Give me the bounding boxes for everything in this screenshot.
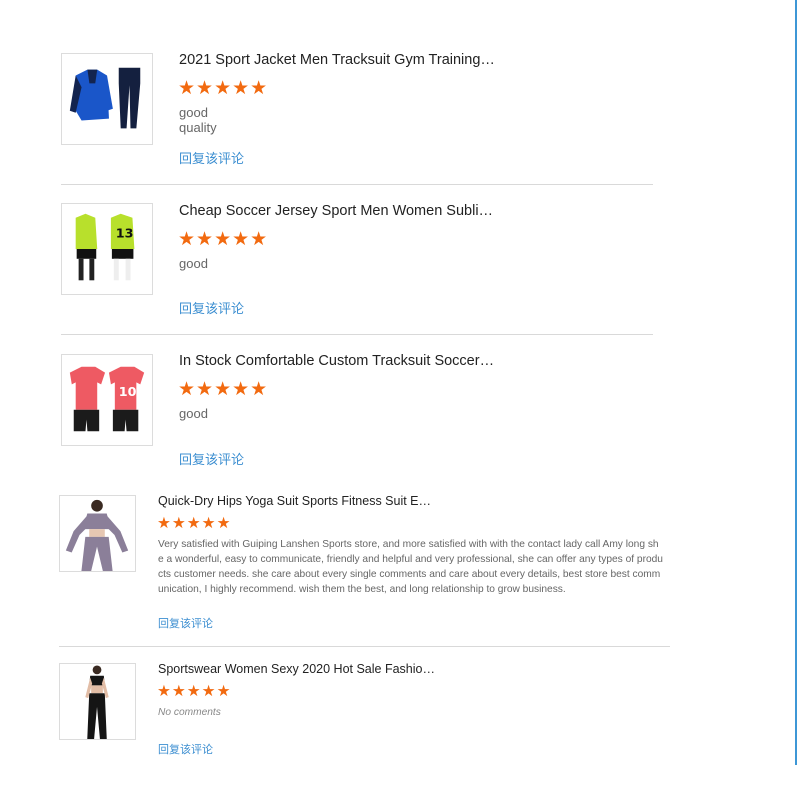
sportswear-women-product-image[interactable] [59,663,136,740]
svg-text:13: 13 [116,225,134,240]
divider [59,646,670,647]
star-rating: ★★★★★ [178,379,269,400]
reply-link[interactable]: 回复该评论 [179,449,244,468]
review-comment: good [179,256,208,271]
yoga-suit-product-image[interactable] [59,495,136,572]
star-rating: ★★★★★ [178,229,269,250]
page-right-border [795,0,797,765]
product-title[interactable]: Cheap Soccer Jersey Sport Men Women Subl… [179,203,493,219]
tracksuit-product-image[interactable] [61,53,153,145]
product-title[interactable]: Quick-Dry Hips Yoga Suit Sports Fitness … [158,494,431,508]
reply-link[interactable]: 回复该评论 [158,741,213,757]
review-comment: good [179,406,208,421]
product-title[interactable]: Sportswear Women Sexy 2020 Hot Sale Fash… [158,662,435,676]
divider [61,334,653,335]
reply-link[interactable]: 回复该评论 [179,298,244,317]
svg-text:10: 10 [119,384,137,399]
no-comments-text: No comments [158,707,221,718]
star-rating: ★★★★★ [157,515,232,532]
product-title[interactable]: 2021 Sport Jacket Men Tracksuit Gym Trai… [179,52,495,68]
review-comment: good quality [179,105,217,135]
red-soccer-kit-product-image[interactable]: 10 [61,354,153,446]
soccer-jersey-product-image[interactable]: 13 [61,203,153,295]
star-rating: ★★★★★ [178,78,269,99]
reply-link[interactable]: 回复该评论 [158,615,213,631]
star-rating: ★★★★★ [157,683,232,700]
reply-link[interactable]: 回复该评论 [179,148,244,167]
review-comment: Very satisfied with Guiping Lanshen Spor… [158,539,663,595]
divider [61,184,653,185]
product-title[interactable]: In Stock Comfortable Custom Tracksuit So… [179,353,494,369]
